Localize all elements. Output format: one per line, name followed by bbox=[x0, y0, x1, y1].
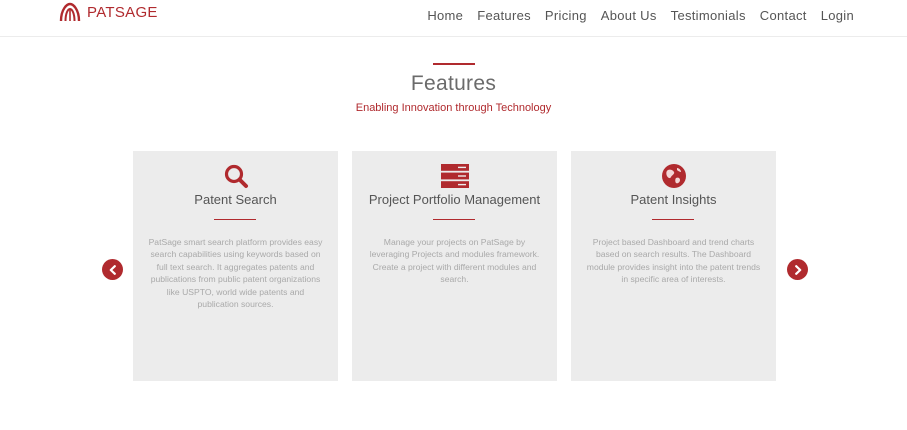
nav-about-us[interactable]: About Us bbox=[601, 8, 657, 23]
search-icon bbox=[224, 164, 248, 188]
logo-text: PATSAGE bbox=[87, 3, 158, 21]
section-title-rule bbox=[433, 63, 475, 65]
card-title: Patent Insights bbox=[630, 192, 717, 207]
card-description: PatSage smart search platform provides e… bbox=[148, 237, 323, 310]
chevron-right-icon bbox=[794, 264, 801, 275]
nav-testimonials[interactable]: Testimonials bbox=[671, 8, 746, 23]
card-title-rule bbox=[652, 219, 694, 220]
globe-icon bbox=[661, 164, 686, 188]
nav-contact[interactable]: Contact bbox=[760, 8, 807, 23]
nav-login[interactable]: Login bbox=[821, 8, 854, 23]
carousel-next-button[interactable] bbox=[787, 259, 808, 280]
card-title: Project Portfolio Management bbox=[368, 192, 541, 207]
server-icon bbox=[440, 164, 469, 188]
site-header: PATSAGE Home Features Pricing About Us T… bbox=[0, 0, 907, 37]
section-title: Features bbox=[410, 72, 497, 95]
nav-features[interactable]: Features bbox=[477, 8, 531, 23]
feature-card-patent-search: Patent Search PatSage smart search platf… bbox=[133, 151, 338, 381]
nav-pricing[interactable]: Pricing bbox=[545, 8, 587, 23]
section-subtitle: Enabling Innovation through Technology bbox=[355, 102, 552, 114]
card-description: Project based Dashboard and trend charts… bbox=[586, 237, 761, 285]
logo[interactable]: PATSAGE bbox=[58, 0, 158, 24]
card-title-rule bbox=[214, 219, 256, 220]
card-title: Patent Search bbox=[194, 192, 277, 207]
main-nav: Home Features Pricing About Us Testimoni… bbox=[427, 0, 854, 30]
carousel-prev-button[interactable] bbox=[102, 259, 123, 280]
feature-card-patent-insights: Patent Insights Project based Dashboard … bbox=[571, 151, 776, 381]
card-description: Manage your projects on PatSage by lever… bbox=[369, 237, 540, 285]
feature-card-project-portfolio: Project Portfolio Management Manage your… bbox=[352, 151, 557, 381]
patsage-logo-icon bbox=[59, 2, 81, 22]
card-title-rule bbox=[433, 219, 475, 220]
chevron-left-icon bbox=[109, 264, 116, 275]
nav-home[interactable]: Home bbox=[427, 8, 463, 23]
